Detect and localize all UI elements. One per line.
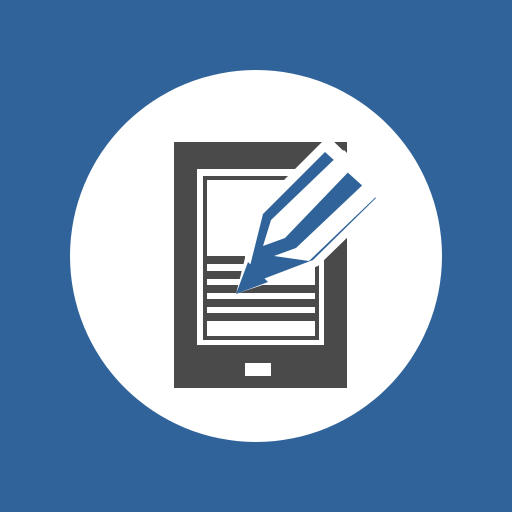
text-line: [205, 256, 245, 264]
text-line: [205, 299, 317, 307]
home-button: [245, 363, 271, 376]
text-line: [205, 313, 317, 321]
text-line: [205, 285, 317, 293]
app-icon: [0, 0, 512, 512]
text-line: [205, 271, 245, 279]
tablet-edit-icon: [0, 0, 512, 512]
